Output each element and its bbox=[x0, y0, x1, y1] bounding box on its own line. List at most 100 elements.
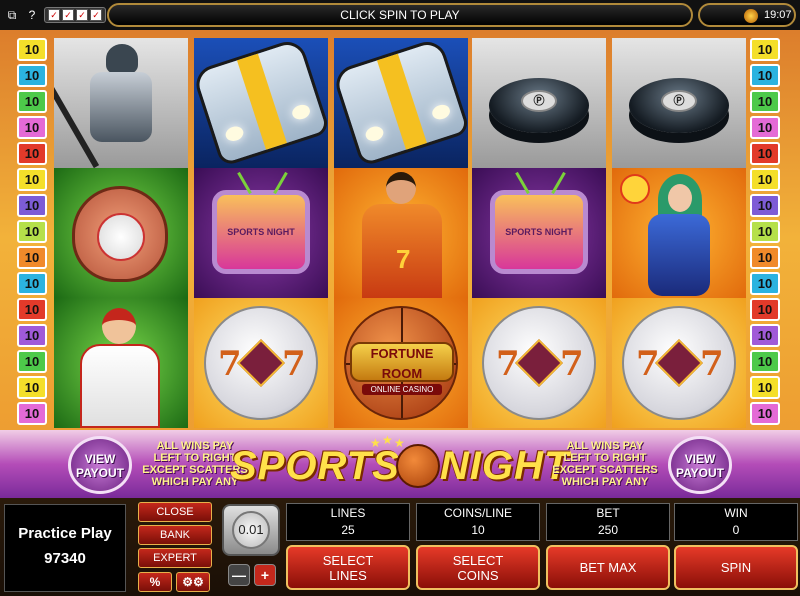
status-message: CLICK SPIN TO PLAY bbox=[107, 3, 693, 27]
top-icons: ⧉ ? ✓ ✓ ✓ ✓ bbox=[4, 6, 106, 24]
checkbox-icon: ✓ bbox=[62, 9, 74, 21]
payline-button-left[interactable]: 10 bbox=[17, 90, 47, 113]
payline-button-left[interactable]: 10 bbox=[17, 272, 47, 295]
balance-value: 97340 bbox=[44, 550, 86, 567]
top-bar: ⧉ ? ✓ ✓ ✓ ✓ CLICK SPIN TO PLAY 19:07 bbox=[0, 0, 800, 30]
clock-time: 19:07 bbox=[764, 9, 792, 21]
gear-icon[interactable]: ⚙⚙ bbox=[176, 572, 210, 592]
payline-button-right[interactable]: 10 bbox=[750, 38, 780, 61]
bet-max-button[interactable]: BET MAX bbox=[546, 545, 670, 590]
payline-button-left[interactable]: 10 bbox=[17, 116, 47, 139]
basketball-icon: FORTUNE ROOM ONLINE CASINO bbox=[344, 306, 458, 420]
payline-button-left[interactable]: 10 bbox=[17, 246, 47, 269]
symbol-hockey-puck: Ⓟ bbox=[472, 38, 606, 168]
payline-button-left[interactable]: 10 bbox=[17, 38, 47, 61]
symbol-baseball-glove bbox=[54, 168, 188, 298]
symbol-soccer-player: 7 bbox=[334, 168, 468, 298]
payline-button-left[interactable]: 10 bbox=[17, 298, 47, 321]
tv-icon: SPORTS NIGHT bbox=[490, 171, 588, 274]
help-icon[interactable]: ? bbox=[24, 7, 40, 23]
paylines-right: 10 10 10 10 10 10 10 10 10 10 10 10 10 10 10 bbox=[750, 38, 784, 425]
lines-display: LINES 25 bbox=[286, 503, 410, 541]
race-car-icon bbox=[194, 38, 328, 168]
windows-icon[interactable]: ⧉ bbox=[4, 7, 20, 23]
select-coins-button[interactable]: SELECT COINS bbox=[416, 545, 540, 590]
payline-button-right[interactable]: 10 bbox=[750, 168, 780, 191]
payline-button-left[interactable]: 10 bbox=[17, 194, 47, 217]
reel-1 bbox=[54, 38, 188, 428]
close-button[interactable]: CLOSE bbox=[138, 502, 212, 522]
slot-machine: ⧉ ? ✓ ✓ ✓ ✓ CLICK SPIN TO PLAY 19:07 10 1… bbox=[0, 0, 800, 596]
bet-label: BET bbox=[596, 506, 620, 520]
hockey-puck-icon: Ⓟ bbox=[489, 78, 589, 133]
coins-display: COINS/LINE 10 bbox=[416, 503, 540, 541]
payline-button-left[interactable]: 10 bbox=[17, 350, 47, 373]
payline-button-right[interactable]: 10 bbox=[750, 402, 780, 425]
payline-button-right[interactable]: 10 bbox=[750, 194, 780, 217]
symbol-sports-tv: SPORTS NIGHT bbox=[472, 168, 606, 298]
payline-button-right[interactable]: 10 bbox=[750, 220, 780, 243]
game-logo: ★ ★ ★ SPORTS NIGHT bbox=[230, 433, 570, 496]
symbol-race-car bbox=[194, 38, 328, 168]
symbol-baseball-pitcher bbox=[54, 298, 188, 428]
percent-button[interactable]: % bbox=[138, 572, 172, 592]
balance-display: Practice Play 97340 bbox=[4, 504, 126, 592]
payline-button-right[interactable]: 10 bbox=[750, 376, 780, 399]
payline-button-left[interactable]: 10 bbox=[17, 402, 47, 425]
hockey-player-icon bbox=[54, 44, 158, 168]
coin-value: 0.01 bbox=[232, 511, 270, 549]
symbol-hockey-puck: Ⓟ bbox=[612, 38, 746, 168]
payline-button-right[interactable]: 10 bbox=[750, 142, 780, 165]
symbol-fortune-room: FORTUNE ROOM ONLINE CASINO bbox=[334, 298, 468, 428]
chip-icon bbox=[744, 9, 758, 23]
payline-button-left[interactable]: 10 bbox=[17, 142, 47, 165]
racer-girl-icon bbox=[642, 174, 716, 296]
win-label: WIN bbox=[724, 506, 748, 520]
practice-label: Practice Play bbox=[18, 525, 112, 542]
payline-button-left[interactable]: 10 bbox=[17, 168, 47, 191]
settings-icon-group[interactable]: ✓ ✓ ✓ ✓ bbox=[44, 7, 106, 23]
payline-button-left[interactable]: 10 bbox=[17, 376, 47, 399]
spin-button[interactable]: SPIN bbox=[674, 545, 798, 590]
payline-button-right[interactable]: 10 bbox=[750, 90, 780, 113]
rules-text-right: ALL WINS PAY LEFT TO RIGHT EXCEPT SCATTE… bbox=[552, 440, 658, 488]
payline-button-right[interactable]: 10 bbox=[750, 324, 780, 347]
coin-increase-button[interactable]: + bbox=[254, 564, 276, 586]
payline-button-right[interactable]: 10 bbox=[750, 350, 780, 373]
coin-decrease-button[interactable]: — bbox=[228, 564, 250, 586]
payline-button-right[interactable]: 10 bbox=[750, 246, 780, 269]
win-value: 0 bbox=[732, 523, 740, 537]
payline-button-right[interactable]: 10 bbox=[750, 298, 780, 321]
lines-label: LINES bbox=[330, 506, 366, 520]
basketball-icon bbox=[396, 444, 440, 488]
tv-icon: SPORTS NIGHT bbox=[212, 171, 310, 274]
view-payout-button-left[interactable]: VIEW PAYOUT bbox=[68, 436, 132, 494]
symbol-racer-girl bbox=[612, 168, 746, 298]
view-payout-button-right[interactable]: VIEW PAYOUT bbox=[668, 436, 732, 494]
coin-selector[interactable]: 0.01 bbox=[222, 504, 280, 556]
reel-4: Ⓟ SPORTS NIGHT 77 bbox=[472, 38, 606, 428]
payline-button-left[interactable]: 10 bbox=[17, 220, 47, 243]
logo-sports-text: SPORTS bbox=[230, 444, 400, 488]
reel-5: Ⓟ 77 bbox=[612, 38, 746, 428]
checkbox-icon: ✓ bbox=[90, 9, 102, 21]
bank-button[interactable]: BANK bbox=[138, 525, 212, 545]
select-lines-button[interactable]: SELECT LINES bbox=[286, 545, 410, 590]
payline-button-left[interactable]: 10 bbox=[17, 324, 47, 347]
bet-display: BET 250 bbox=[546, 503, 670, 541]
expert-button[interactable]: EXPERT bbox=[138, 548, 212, 568]
reels: SPORTS NIGHT 77 7 FORTUNE ROOM ONLINE CA… bbox=[54, 38, 746, 428]
checkbox-icon: ✓ bbox=[76, 9, 88, 21]
payline-button-right[interactable]: 10 bbox=[750, 64, 780, 87]
symbol-soccer-ball-7: 77 bbox=[472, 298, 606, 428]
symbol-hockey-player bbox=[54, 38, 188, 168]
payline-button-right[interactable]: 10 bbox=[750, 116, 780, 139]
payline-button-left[interactable]: 10 bbox=[17, 64, 47, 87]
soccer-player-icon: 7 bbox=[362, 172, 442, 298]
bet-value: 250 bbox=[597, 523, 619, 537]
payline-button-right[interactable]: 10 bbox=[750, 272, 780, 295]
paylines-left: 10 10 10 10 10 10 10 10 10 10 10 10 10 10 10 bbox=[17, 38, 51, 425]
race-car-icon bbox=[334, 38, 468, 168]
soccer-ball-icon: 77 bbox=[622, 306, 736, 420]
checkbox-icon: ✓ bbox=[48, 9, 60, 21]
